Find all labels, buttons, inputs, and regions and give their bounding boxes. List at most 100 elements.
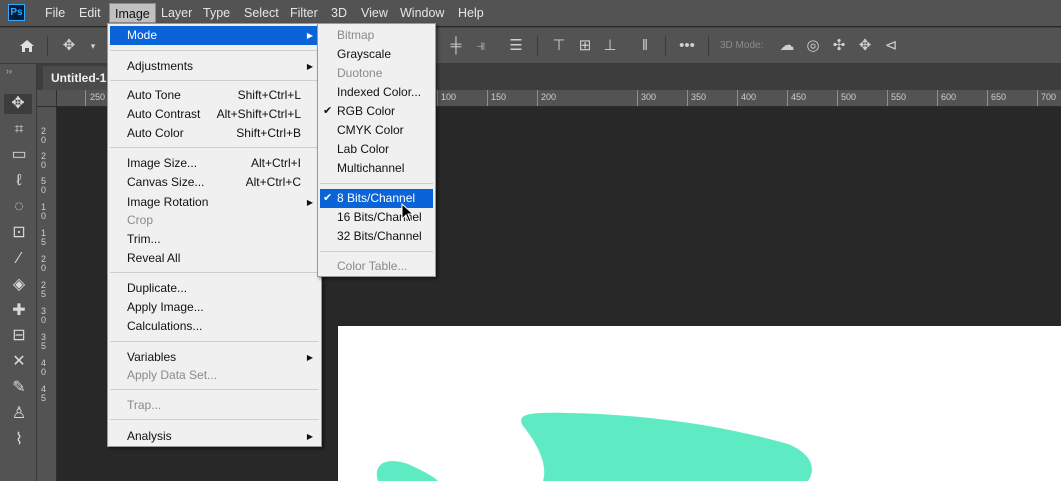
menu-item-indexed-color[interactable]: Indexed Color... <box>320 83 433 102</box>
artboard-tool-icon[interactable]: ⌗ <box>9 120 29 140</box>
ruler-label: 50 <box>41 176 47 195</box>
separator <box>708 36 709 56</box>
menu-item-variables[interactable]: Variables ▶ <box>110 348 319 367</box>
clone-stamp-icon[interactable]: ♙ <box>9 404 29 424</box>
ruler-label: 200 <box>541 92 557 102</box>
ruler-label: 700 <box>1041 92 1057 102</box>
menu-help[interactable]: Help <box>453 0 489 26</box>
menu-item-analysis[interactable]: Analysis ▶ <box>110 427 319 446</box>
roll-3d-icon[interactable]: ◎ <box>804 37 822 55</box>
menu-item-multichannel[interactable]: Multichannel <box>320 159 433 178</box>
history-brush-icon[interactable]: ⌇ <box>9 430 29 450</box>
drag-3d-icon[interactable]: ✣ <box>830 37 848 55</box>
ruler-label: 500 <box>841 92 857 102</box>
distribute-icon[interactable]: ☰ <box>507 37 525 55</box>
menu-item-trim[interactable]: Trim... <box>110 230 319 249</box>
menu-item-duotone: Duotone <box>337 66 383 80</box>
move-tool-icon[interactable]: ✥ <box>4 94 32 114</box>
menu-item-8-bits-channel[interactable]: ✔ 8 Bits/Channel <box>320 189 433 208</box>
menu-item-canvas-size[interactable]: Canvas Size... Alt+Ctrl+C <box>110 173 319 192</box>
separator <box>47 36 48 56</box>
menu-item-apply-image[interactable]: Apply Image... <box>110 298 319 317</box>
menu-item-crop: Crop <box>127 213 154 227</box>
menu-item-grayscale[interactable]: Grayscale <box>320 45 433 64</box>
document-tab[interactable]: Untitled-1 <box>43 66 115 90</box>
ruler-label: 600 <box>941 92 957 102</box>
submenu-arrow-icon: ▶ <box>306 198 313 207</box>
menu-image[interactable]: Image <box>109 3 156 23</box>
align-middle-icon[interactable]: ⊞ <box>576 37 594 55</box>
chevron-down-icon[interactable]: ▾ <box>84 37 102 55</box>
collapse-panel-icon[interactable]: ›› <box>6 66 12 76</box>
healing-brush-icon[interactable]: ✚ <box>9 301 29 321</box>
align-right-edges-icon[interactable]: ⫣ <box>472 37 490 55</box>
ruler-label: 20 <box>41 151 47 170</box>
photoshop-logo: Ps <box>8 4 25 21</box>
submenu-arrow-icon: ▶ <box>306 31 313 40</box>
orbit-3d-icon[interactable]: ☁ <box>778 37 796 55</box>
vertical-ruler[interactable]: 20 20 50 10 15 20 25 30 35 40 45 <box>37 107 57 481</box>
menu-item-32-bits-channel[interactable]: 32 Bits/Channel <box>320 227 433 246</box>
ruler-label: 10 <box>41 202 47 221</box>
crop-tool-icon[interactable]: ⊡ <box>9 223 29 243</box>
checkmark-icon: ✔ <box>323 192 333 204</box>
menu-item-auto-color[interactable]: Auto Color Shift+Ctrl+B <box>110 124 319 143</box>
align-bottom-icon[interactable]: ⊥ <box>601 37 619 55</box>
ruler-label: 100 <box>441 92 457 102</box>
menu-item-adjustments[interactable]: Adjustments ▶ <box>110 57 319 76</box>
move-tool-preset-icon[interactable]: ✥ <box>60 37 78 55</box>
menu-item-mode[interactable]: Mode ▶ <box>110 26 319 45</box>
ruler-origin[interactable] <box>37 90 57 107</box>
separator <box>537 36 538 56</box>
submenu-arrow-icon: ▶ <box>306 353 313 362</box>
document-canvas[interactable] <box>338 326 1061 481</box>
menu-file[interactable]: File <box>40 0 70 26</box>
rectangular-marquee-icon[interactable]: ▭ <box>9 145 29 165</box>
home-icon[interactable] <box>18 37 36 55</box>
distribute-horizontal-icon[interactable]: ‖ <box>636 37 654 55</box>
menu-item-16-bits-channel[interactable]: 16 Bits/Channel <box>320 208 433 227</box>
scale-3d-icon[interactable]: ⊲ <box>882 37 900 55</box>
ruler-label: 40 <box>41 358 47 377</box>
menu-item-auto-tone[interactable]: Auto Tone Shift+Ctrl+L <box>110 86 319 105</box>
image-menu: Mode ▶ Adjustments ▶ Auto Tone Shift+Ctrl+L… <box>107 23 322 447</box>
menu-item-image-size[interactable]: Image Size... Alt+Ctrl+I <box>110 154 319 173</box>
menu-item-image-rotation[interactable]: Image Rotation ▶ <box>110 193 319 212</box>
menu-item-rgb-color[interactable]: ✔ RGB Color <box>320 102 433 121</box>
menu-item-lab-color[interactable]: Lab Color <box>320 140 433 159</box>
content-aware-move-icon[interactable]: ✕ <box>9 352 29 372</box>
ruler-label: 300 <box>641 92 657 102</box>
ruler-label: 15 <box>41 228 47 247</box>
menu-item-apply-data-set: Apply Data Set... <box>127 368 218 382</box>
ruler-label: 30 <box>41 306 47 325</box>
patch-tool-icon[interactable]: ⊟ <box>9 326 29 346</box>
ruler-label: 20 <box>41 126 47 145</box>
mode-submenu: Bitmap Grayscale Duotone Indexed Color..… <box>317 23 436 277</box>
menu-item-auto-contrast[interactable]: Auto Contrast Alt+Shift+Ctrl+L <box>110 105 319 124</box>
eyedropper-icon[interactable]: ⁄ <box>9 249 29 269</box>
ruler-label: 35 <box>41 332 47 351</box>
menu-item-duplicate[interactable]: Duplicate... <box>110 279 319 298</box>
mouse-pointer-icon <box>401 203 415 223</box>
menu-item-reveal-all[interactable]: Reveal All <box>110 249 319 268</box>
ruler-label: 450 <box>791 92 807 102</box>
menu-item-cmyk-color[interactable]: CMYK Color <box>320 121 433 140</box>
brush-tool-icon[interactable]: ✎ <box>9 378 29 398</box>
align-top-icon[interactable]: ⊤ <box>550 37 568 55</box>
frame-tool-icon[interactable]: ◈ <box>9 275 29 295</box>
align-vertical-centers-icon[interactable]: ╪ <box>447 37 465 55</box>
separator <box>665 36 666 56</box>
menu-item-color-table: Color Table... <box>337 259 408 273</box>
ruler-label: 550 <box>891 92 907 102</box>
ruler-label: 20 <box>41 254 47 273</box>
slide-3d-icon[interactable]: ✥ <box>856 37 874 55</box>
3d-mode-label: 3D Mode: <box>720 40 764 51</box>
tools-panel: ›› ✥ ⌗ ▭ ℓ ◌ ⊡ ⁄ ◈ ✚ ⊟ ✕ ✎ ♙ ⌇ <box>0 64 37 481</box>
quick-selection-icon[interactable]: ◌ <box>9 197 29 217</box>
menu-item-calculations[interactable]: Calculations... <box>110 317 319 336</box>
lasso-tool-icon[interactable]: ℓ <box>9 171 29 191</box>
menu-item-bitmap: Bitmap <box>337 28 375 42</box>
menu-edit[interactable]: Edit <box>74 0 106 26</box>
submenu-arrow-icon: ▶ <box>306 62 313 71</box>
more-options-icon[interactable]: ••• <box>678 37 696 55</box>
